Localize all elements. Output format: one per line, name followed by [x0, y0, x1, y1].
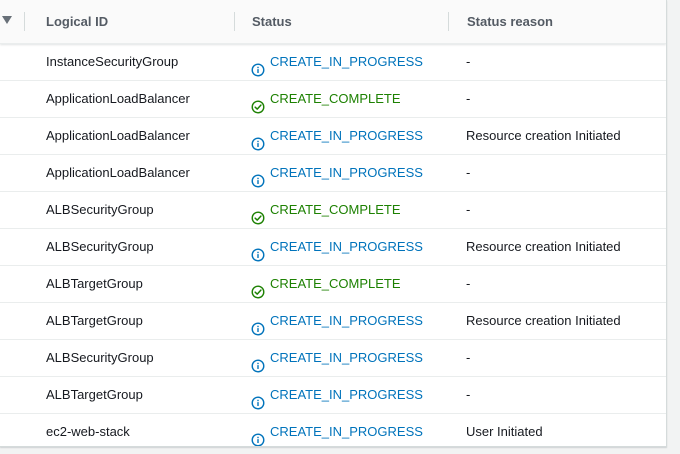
status-cell: CREATE_COMPLETE: [251, 266, 401, 302]
success-check-icon: [251, 277, 265, 299]
info-icon: [251, 55, 265, 77]
status-cell: CREATE_COMPLETE: [251, 192, 401, 228]
logical-id-cell: ec2-web-stack: [46, 424, 130, 439]
status-cell: CREATE_IN_PROGRESS: [251, 340, 423, 376]
status-reason-cell: Resource creation Initiated: [466, 128, 621, 143]
stack-events-table: Logical ID Status Status reason Instance…: [0, 0, 667, 447]
status-reason-cell: -: [466, 91, 471, 106]
table-row[interactable]: ApplicationLoadBalancer CREATE_COMPLETE -: [0, 81, 666, 118]
table-row[interactable]: ApplicationLoadBalancer CREATE_IN_PROGRES…: [0, 155, 666, 192]
sort-descending-icon[interactable]: [2, 16, 12, 24]
status-reason-cell: -: [466, 350, 471, 365]
info-icon: [251, 166, 265, 188]
logical-id-cell: ALBSecurityGroup: [46, 350, 154, 365]
status-text: CREATE_IN_PROGRESS: [270, 54, 423, 69]
column-divider[interactable]: [448, 12, 449, 31]
status-text: CREATE_IN_PROGRESS: [270, 165, 423, 180]
logical-id-cell: ALBTargetGroup: [46, 387, 143, 402]
logical-id-cell: ALBTargetGroup: [46, 276, 143, 291]
table-row[interactable]: ec2-web-stack CREATE_IN_PROGRESS User Init…: [0, 414, 666, 446]
table-row[interactable]: InstanceSecurityGroup CREATE_IN_PROGRESS -: [0, 44, 666, 81]
table-row[interactable]: ALBTargetGroup CREATE_IN_PROGRESS Resource…: [0, 303, 666, 340]
status-text: CREATE_IN_PROGRESS: [270, 350, 423, 365]
status-cell: CREATE_IN_PROGRESS: [251, 303, 423, 339]
status-reason-cell: -: [466, 276, 471, 291]
table-row[interactable]: ALBTargetGroup CREATE_IN_PROGRESS -: [0, 377, 666, 414]
table-row[interactable]: ApplicationLoadBalancer CREATE_IN_PROGRES…: [0, 118, 666, 155]
status-cell: CREATE_IN_PROGRESS: [251, 229, 423, 265]
column-header-logical-id[interactable]: Logical ID: [46, 0, 108, 43]
table-header: Logical ID Status Status reason: [0, 0, 666, 44]
status-reason-cell: -: [466, 54, 471, 69]
info-icon: [251, 351, 265, 373]
logical-id-cell: ALBTargetGroup: [46, 313, 143, 328]
status-reason-cell: -: [466, 165, 471, 180]
status-text: CREATE_COMPLETE: [270, 91, 401, 106]
table-row[interactable]: ALBSecurityGroup CREATE_IN_PROGRESS Resour…: [0, 229, 666, 266]
status-text: CREATE_IN_PROGRESS: [270, 128, 423, 143]
logical-id-cell: ALBSecurityGroup: [46, 239, 154, 254]
status-cell: CREATE_COMPLETE: [251, 81, 401, 117]
success-check-icon: [251, 92, 265, 114]
info-icon: [251, 129, 265, 151]
column-header-status-reason[interactable]: Status reason: [467, 0, 553, 43]
logical-id-cell: ApplicationLoadBalancer: [46, 91, 190, 106]
status-text: CREATE_IN_PROGRESS: [270, 239, 423, 254]
info-icon: [251, 240, 265, 262]
status-cell: CREATE_IN_PROGRESS: [251, 414, 423, 446]
status-text: CREATE_IN_PROGRESS: [270, 424, 423, 439]
status-cell: CREATE_IN_PROGRESS: [251, 155, 423, 191]
status-reason-cell: Resource creation Initiated: [466, 239, 621, 254]
table-body: InstanceSecurityGroup CREATE_IN_PROGRESS -…: [0, 44, 666, 446]
status-text: CREATE_COMPLETE: [270, 276, 401, 291]
logical-id-cell: ApplicationLoadBalancer: [46, 165, 190, 180]
table-row[interactable]: ALBSecurityGroup CREATE_COMPLETE -: [0, 192, 666, 229]
status-reason-cell: Resource creation Initiated: [466, 313, 621, 328]
logical-id-cell: InstanceSecurityGroup: [46, 54, 179, 69]
status-cell: CREATE_IN_PROGRESS: [251, 118, 423, 154]
logical-id-cell: ALBSecurityGroup: [46, 202, 154, 217]
status-reason-cell: -: [466, 202, 471, 217]
status-cell: CREATE_IN_PROGRESS: [251, 377, 423, 413]
status-text: CREATE_COMPLETE: [270, 202, 401, 217]
status-text: CREATE_IN_PROGRESS: [270, 387, 423, 402]
logical-id-cell: ApplicationLoadBalancer: [46, 128, 190, 143]
status-reason-cell: User Initiated: [466, 424, 543, 439]
info-icon: [251, 388, 265, 410]
column-divider[interactable]: [24, 12, 25, 31]
info-icon: [251, 314, 265, 336]
column-divider[interactable]: [234, 12, 235, 31]
status-reason-cell: -: [466, 387, 471, 402]
table-row[interactable]: ALBSecurityGroup CREATE_IN_PROGRESS -: [0, 340, 666, 377]
success-check-icon: [251, 203, 265, 225]
column-header-status[interactable]: Status: [252, 0, 292, 43]
status-cell: CREATE_IN_PROGRESS: [251, 44, 423, 80]
status-text: CREATE_IN_PROGRESS: [270, 313, 423, 328]
info-icon: [251, 425, 265, 446]
table-row[interactable]: ALBTargetGroup CREATE_COMPLETE -: [0, 266, 666, 303]
